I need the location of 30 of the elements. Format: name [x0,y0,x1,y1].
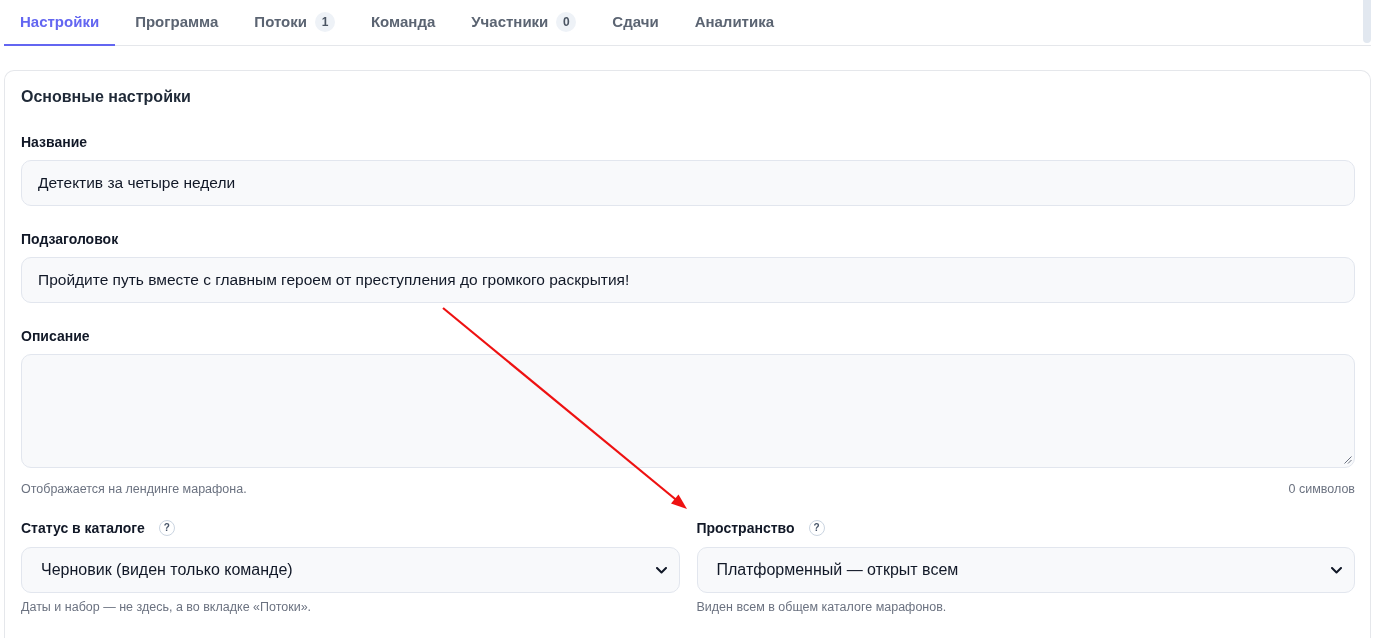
description-field[interactable] [21,354,1355,468]
tab[interactable]: Участники 0 [455,0,593,46]
character-counter: 0 символов [1288,481,1355,497]
tab[interactable]: Сдачи [596,0,675,46]
field-label: Описание [21,327,90,346]
field-label: Пространство [696,519,795,538]
count-badge: 0 [556,12,577,32]
tab[interactable]: Потоки 1 [238,0,351,46]
field-label: Статус в каталоге [21,519,145,538]
help-text: Виден всем в общем каталоге марафонов. [696,599,948,615]
resize-handle-icon[interactable] [1344,456,1352,464]
section-title: Основные настройки [21,87,192,107]
scrollbar-thumb[interactable] [1363,0,1371,43]
text-field[interactable]: Детектив за четыре недели [21,160,1355,206]
field-label: Подзаголовок [21,230,119,249]
help-text: Даты и набор — не здесь, а во вкладке «Потоки». [21,599,313,615]
field-label: Название [21,133,88,152]
count-badge: 1 [314,12,335,32]
help-text: Отображается на лендинге марафона. [21,481,247,497]
text-field[interactable]: Пройдите путь вместе с главным героем от преступления до громкого раскрытия! [21,257,1355,303]
tab[interactable]: Настройки [4,0,116,46]
dropdown-select[interactable]: Платформенный — открыт всем [696,547,1355,593]
dropdown-select[interactable]: Черновик (виден только команде) [21,547,680,593]
tab[interactable]: Команда [354,0,452,46]
tab[interactable]: Аналитика [678,0,791,46]
help-icon[interactable]: ? [808,520,825,536]
tab[interactable]: Программа [119,0,235,46]
help-icon[interactable]: ? [158,520,175,536]
chevron-down-icon [655,566,667,574]
chevron-down-icon [1331,566,1342,574]
